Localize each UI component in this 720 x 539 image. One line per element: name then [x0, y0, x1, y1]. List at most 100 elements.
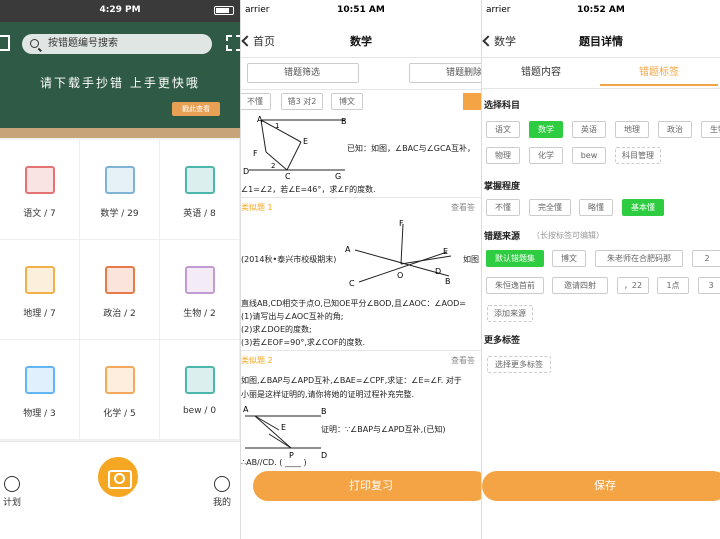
s1-line1: (2014秋•泰兴市校级期末): [241, 255, 337, 264]
more-tags-button[interactable]: 选择更多标签: [487, 356, 551, 373]
camera-button[interactable]: [94, 453, 142, 501]
subject-label: 地理 / 7: [23, 309, 56, 319]
angle-2: 2: [271, 162, 275, 170]
figure-2: F A E O B C D: [345, 219, 452, 288]
tag-option[interactable]: 完全懂: [529, 199, 571, 216]
tab-tags[interactable]: 错题标签: [600, 60, 718, 86]
tag-option[interactable]: 生物: [701, 121, 720, 138]
pt3-B: B: [321, 407, 327, 416]
subject-icon: [184, 366, 215, 394]
delete-label: 错题删除: [446, 68, 481, 78]
delete-button[interactable]: 错题删除: [409, 63, 481, 83]
status-time: 4:29 PM: [99, 5, 141, 15]
subject-cell[interactable]: 物理 / 3: [0, 340, 80, 440]
orange-tab[interactable]: [463, 93, 481, 110]
tag-option[interactable]: bew: [572, 147, 606, 164]
save-button[interactable]: 保存: [482, 471, 720, 501]
subject-label: 数学 / 29: [100, 209, 139, 219]
pt-D: D: [243, 167, 249, 176]
pt3-E: E: [281, 423, 286, 432]
tag-option[interactable]: 略懂: [579, 199, 613, 216]
tag-option[interactable]: 默认错题集: [486, 250, 544, 267]
filter-label: 错题筛选: [284, 68, 321, 78]
print-review-button[interactable]: 打印复习: [253, 471, 481, 501]
pt2-B: B: [445, 277, 451, 286]
filter-button[interactable]: 错题筛选: [247, 63, 359, 83]
subject-cell[interactable]: 英语 / 8: [160, 140, 240, 240]
tag-option[interactable]: 科目管理: [615, 147, 661, 164]
look-answer-2[interactable]: 查看答: [451, 355, 475, 366]
tag-option[interactable]: 不懂: [486, 199, 520, 216]
tag-2: 博文: [331, 93, 363, 110]
scan-icon[interactable]: [226, 35, 240, 51]
add-source-button[interactable]: 添加来源: [487, 305, 533, 322]
subject-cell[interactable]: 数学 / 29: [80, 140, 160, 240]
tag-option[interactable]: 朱老师在合肥码那: [595, 250, 683, 267]
clock-icon: [4, 476, 20, 492]
subject-label: bew / 0: [182, 406, 217, 416]
page-title: 题目详情: [579, 35, 623, 48]
nav-bar: 数学 题目详情: [482, 22, 720, 58]
subject-cell[interactable]: bew / 0: [160, 340, 240, 440]
s1-line3: (1)请写出与∠AOC互补的角;: [241, 312, 344, 321]
tag-option[interactable]: 物理: [486, 147, 520, 164]
similar-2-title: 类似题 2: [241, 356, 273, 365]
subject-cell[interactable]: 生物 / 2: [160, 240, 240, 340]
tag-option[interactable]: 英语: [572, 121, 606, 138]
s2-line2: 小丽是这样证明的,请你将她的证明过程补充完整.: [241, 390, 415, 399]
subject-icon: [104, 166, 135, 194]
subject-label: 政治 / 2: [103, 309, 136, 319]
tab-content[interactable]: 错题内容: [482, 60, 600, 86]
nav-bar: 首页 数学: [241, 22, 481, 58]
tab-plan[interactable]: 计划: [0, 476, 27, 508]
tag-option[interactable]: 邀请四射: [552, 277, 608, 294]
subject-label: 英语 / 8: [183, 209, 216, 219]
section-source: 错题来源: [484, 232, 521, 242]
tag-option[interactable]: 博文: [552, 250, 586, 267]
tag-option[interactable]: 政治: [658, 121, 692, 138]
subject-label: 生物 / 2: [183, 309, 216, 319]
subject-cell[interactable]: 政治 / 2: [80, 240, 160, 340]
banner-view-button[interactable]: 戳此查看: [172, 102, 220, 116]
subject-icon: [184, 266, 215, 294]
tag-1: 错3 对2: [281, 93, 323, 110]
pt2-F: F: [399, 219, 404, 228]
q1-line2: ∠1=∠2，若∠E=46°，求∠F的度数.: [241, 185, 376, 194]
pt2-O: O: [397, 271, 403, 280]
tag-option[interactable]: ，22: [617, 277, 649, 294]
tag-option[interactable]: 地理: [615, 121, 649, 138]
tag-option[interactable]: 1点: [657, 277, 689, 294]
status-bar: arrier 10:51 AM: [241, 0, 481, 22]
board-frame: [0, 128, 240, 138]
search-input[interactable]: 按错题编号搜索: [22, 34, 212, 54]
subject-icon: [104, 366, 135, 394]
tag-option[interactable]: 朱恒逸首前: [486, 277, 544, 294]
tag-option[interactable]: 基本懂: [622, 199, 664, 216]
status-bar: arrier 10:52 AM: [482, 0, 720, 22]
subject-icon: [24, 366, 55, 394]
subject-cell[interactable]: 地理 / 7: [0, 240, 80, 340]
tag-option[interactable]: 2: [692, 250, 720, 267]
pt-G: G: [335, 172, 341, 180]
search-placeholder: 按错题编号搜索: [48, 38, 118, 49]
pt3-D: D: [321, 451, 327, 460]
user-icon: [214, 476, 230, 492]
battery-icon: [214, 6, 234, 15]
banner[interactable]: 按错题编号搜索 请下载手抄错 上手更快哦 戳此查看: [0, 22, 240, 138]
banner-slogan: 请下载手抄错 上手更快哦: [40, 76, 200, 90]
subject-icon: [184, 166, 215, 194]
pt2-C: C: [349, 279, 355, 288]
tab-mine[interactable]: 我的: [207, 476, 237, 508]
tag-option[interactable]: 数学: [529, 121, 563, 138]
subject-cell[interactable]: 语文 / 7: [0, 140, 80, 240]
tag-option[interactable]: 语文: [486, 121, 520, 138]
tag-option[interactable]: 化学: [529, 147, 563, 164]
tag-option[interactable]: 3: [698, 277, 720, 294]
subject-cell[interactable]: 化学 / 5: [80, 340, 160, 440]
tab-mine-label: 我的: [212, 498, 231, 508]
expand-icon[interactable]: [0, 35, 10, 51]
pt-B: B: [341, 117, 347, 126]
look-answer-1[interactable]: 查看答: [451, 202, 475, 213]
pt2-E: E: [443, 247, 448, 256]
pt2-A: A: [345, 245, 351, 254]
